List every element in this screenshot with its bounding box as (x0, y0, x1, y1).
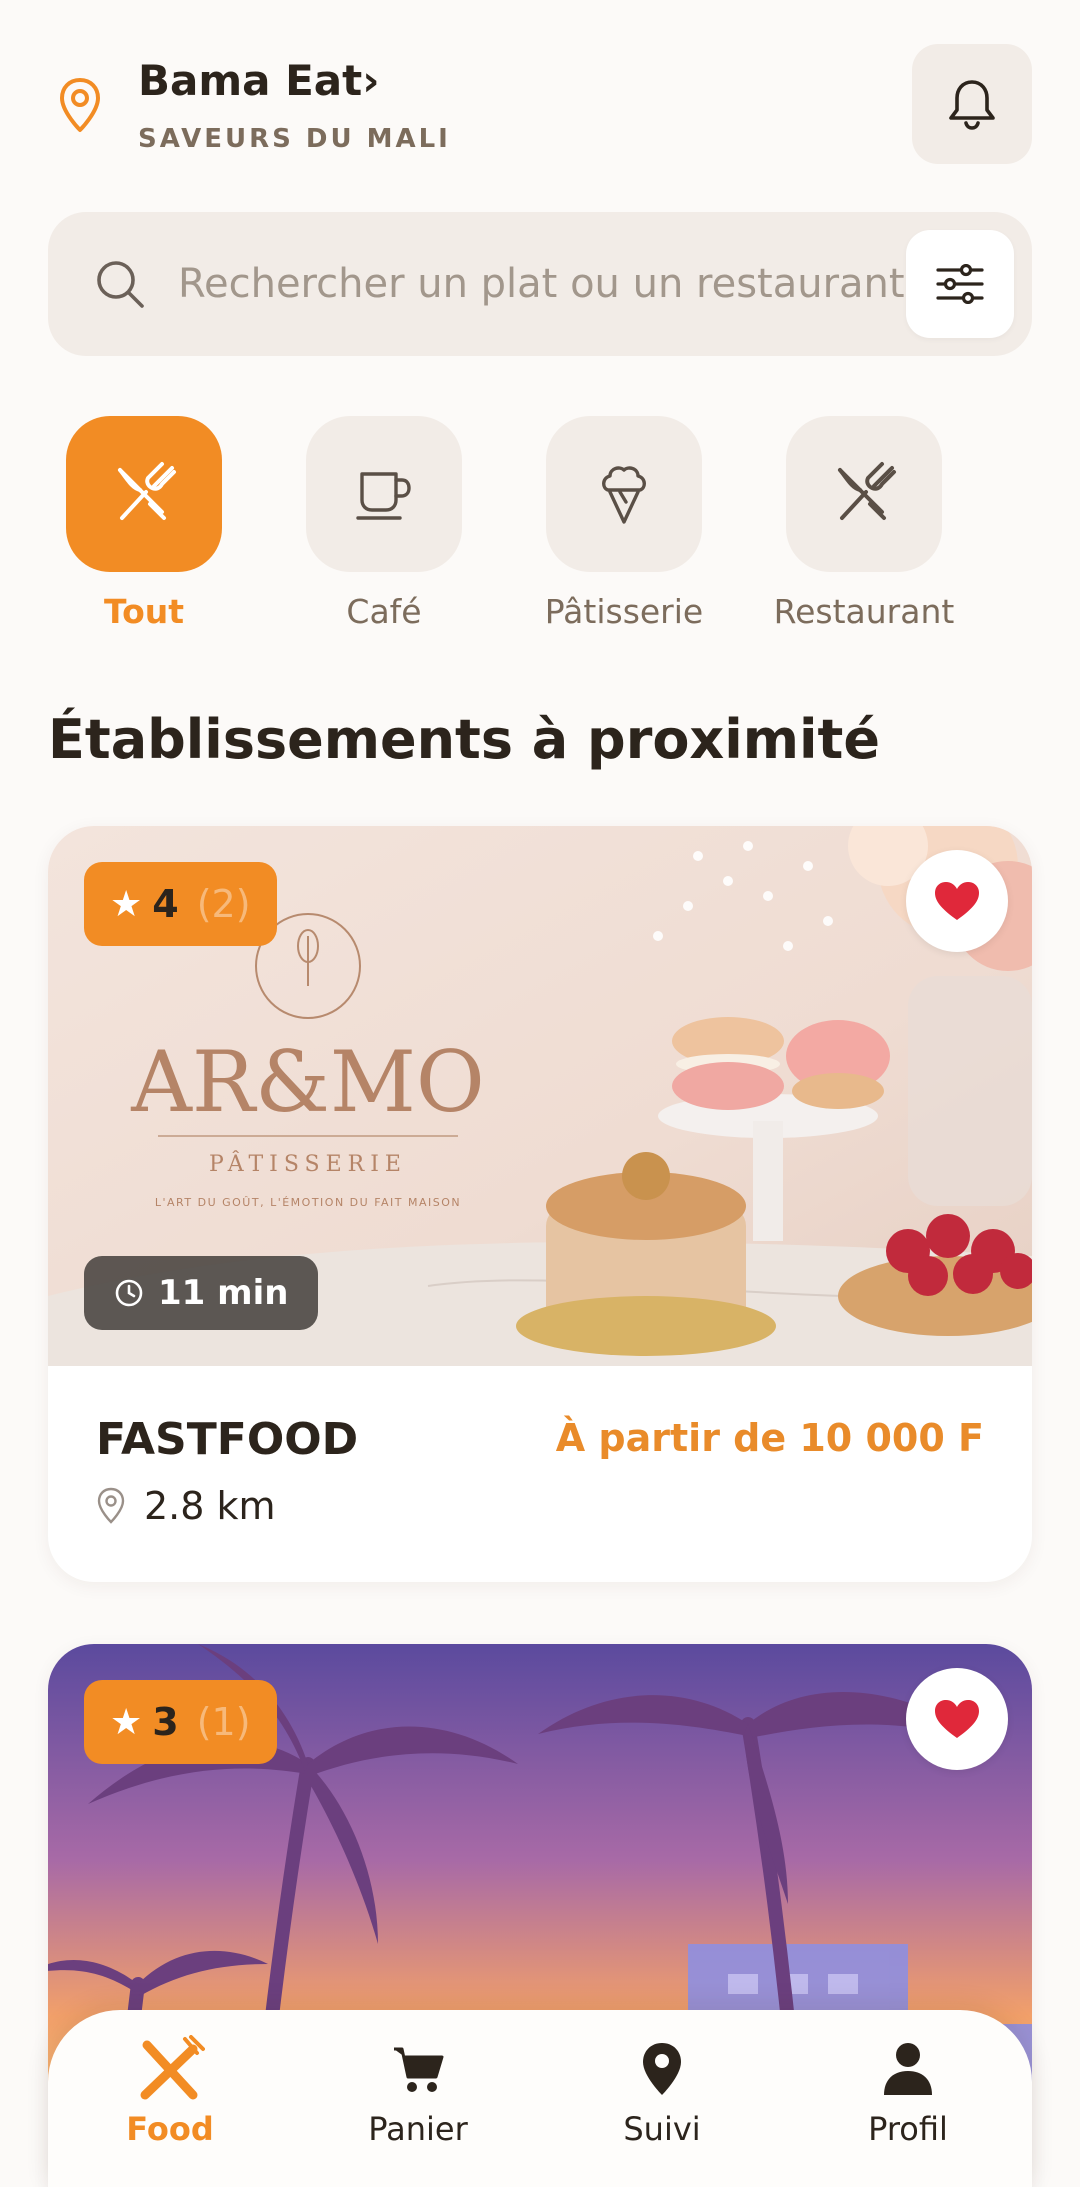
delivery-time: 11 min (158, 1273, 289, 1313)
nav-label: Food (126, 2110, 214, 2148)
location-pin-icon (97, 1487, 125, 1524)
coffee-cup-icon (356, 472, 411, 520)
rating-value: 3 (152, 1700, 179, 1744)
rating-value: 4 (152, 882, 179, 926)
category-label: Café (346, 592, 422, 631)
utensils-icon (118, 462, 176, 520)
star-icon: ★ (110, 1701, 143, 1743)
search-icon (97, 261, 144, 308)
category-label: Restaurant (773, 592, 955, 631)
nav-label: Panier (368, 2110, 468, 2148)
image-tagline-text: L'ART DU GOÛT, L'ÉMOTION DU FAIT MAISON (155, 1196, 461, 1209)
category-label: Pâtisserie (544, 592, 704, 631)
search-input[interactable] (178, 242, 928, 326)
utensils-icon (838, 462, 896, 520)
rating-badge: ★ 4 (2) (84, 862, 277, 946)
establishment-name: FASTFOOD (96, 1414, 359, 1465)
bottom-navigation: Food Panier Suivi Profil (48, 2010, 1032, 2187)
bell-icon (949, 80, 995, 130)
heart-icon (935, 882, 979, 920)
category-tile[interactable] (306, 416, 462, 572)
heart-icon (935, 1700, 979, 1738)
category-restaurant[interactable]: Restaurant (754, 416, 974, 656)
rating-badge: ★ 3 (1) (84, 1680, 277, 1764)
establishment-distance-row: 2.8 km (96, 1484, 276, 1528)
nav-profil[interactable]: Profil (808, 2034, 1008, 2164)
star-icon: ★ (110, 883, 143, 925)
ice-cream-icon (602, 466, 646, 524)
user-icon (884, 2043, 932, 2095)
establishment-price: À partir de 10 000 F (555, 1416, 984, 1460)
app-header: Bama Eat› SAVEURS DU MALI (0, 0, 1080, 190)
location-pin-icon[interactable] (56, 76, 104, 136)
distance-value: 2.8 km (144, 1484, 276, 1528)
clock-icon (115, 1279, 143, 1307)
nav-food[interactable]: Food (70, 2034, 270, 2164)
food-icon (140, 2035, 205, 2100)
section-title: Établissements à proximité (48, 708, 880, 771)
app-brand-title[interactable]: Bama Eat› (138, 56, 380, 105)
category-label: Tout (103, 592, 185, 631)
category-tile[interactable] (66, 416, 222, 572)
notifications-button[interactable] (912, 44, 1032, 164)
category-tile[interactable] (786, 416, 942, 572)
map-pin-icon (643, 2043, 681, 2095)
category-tile[interactable] (546, 416, 702, 572)
cart-icon (394, 2047, 444, 2092)
category-patisserie[interactable]: Pâtisserie (514, 416, 734, 656)
rating-count: (1) (196, 1700, 251, 1744)
favorite-button[interactable] (906, 850, 1008, 952)
filter-sliders-icon (936, 264, 984, 304)
search-bar (48, 212, 1032, 356)
category-cafe[interactable]: Café (274, 416, 494, 656)
image-subtitle-text: PÂTISSERIE (209, 1150, 407, 1177)
nav-suivi[interactable]: Suivi (562, 2034, 762, 2164)
establishment-card[interactable]: AR&MO PÂTISSERIE L'ART DU GOÛT, L'ÉMOTIO… (48, 826, 1032, 1582)
nav-label: Suivi (623, 2110, 701, 2148)
favorite-button[interactable] (906, 1668, 1008, 1770)
category-tout[interactable]: Tout (34, 416, 254, 656)
app-tagline: SAVEURS DU MALI (138, 124, 451, 154)
nav-label: Profil (868, 2110, 948, 2148)
filter-button[interactable] (906, 230, 1014, 338)
delivery-time-badge: 11 min (84, 1256, 319, 1330)
rating-count: (2) (196, 882, 251, 926)
nav-panier[interactable]: Panier (318, 2034, 518, 2164)
image-brand-text: AR&MO (130, 1033, 485, 1131)
